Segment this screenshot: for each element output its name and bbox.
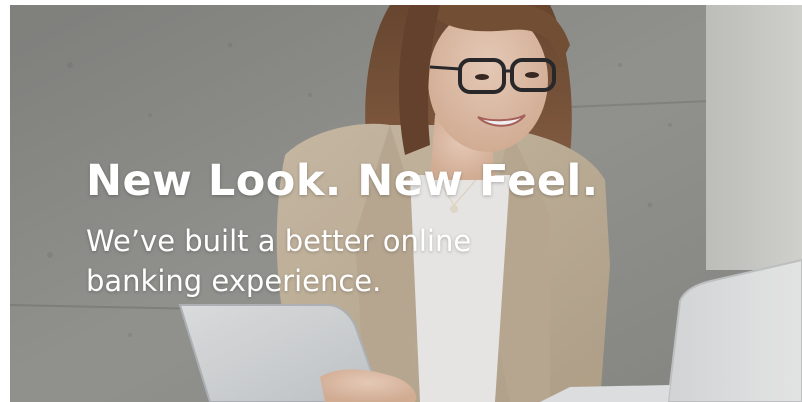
hero-banner[interactable]: New Look. New Feel. We’ve built a better… — [10, 5, 802, 402]
hero-text-block: New Look. New Feel. We’ve built a better… — [86, 155, 599, 301]
hero-headline: New Look. New Feel. — [86, 156, 599, 206]
hero-subline: We’ve built a better online banking expe… — [86, 224, 472, 298]
page-frame: New Look. New Feel. We’ve built a better… — [0, 0, 802, 402]
